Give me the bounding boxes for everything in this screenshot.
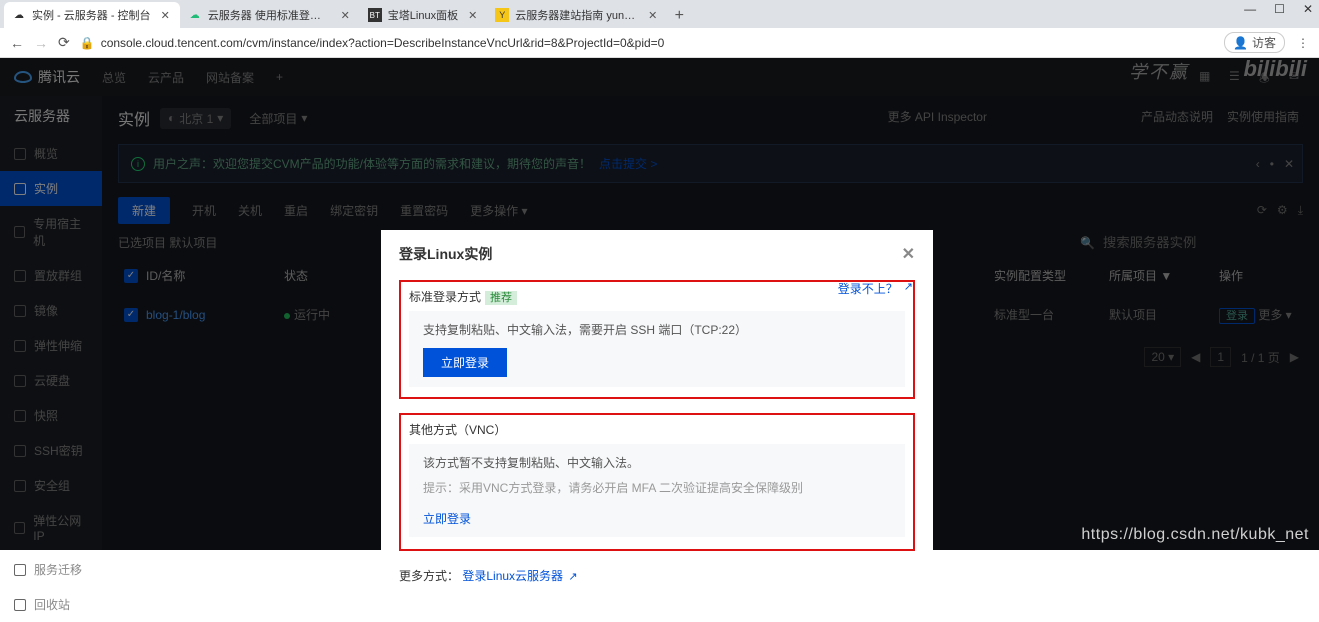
sidebar-label: 服务迁移	[34, 561, 82, 578]
tab-title: 宝塔Linux面板	[388, 7, 458, 23]
help-label: 登录不上？	[838, 280, 898, 297]
vnc-login-section: 其他方式（VNC） 该方式暂不支持复制粘贴、中文输入法。 提示：采用VNC方式登…	[399, 413, 915, 551]
person-icon: 👤	[1233, 36, 1248, 50]
more-methods: 更多方式： 登录Linux云服务器 ↗	[399, 567, 915, 584]
square-icon	[14, 599, 26, 611]
cloud-icon: ☁	[188, 8, 202, 22]
close-icon[interactable]: ✕	[902, 244, 915, 264]
lock-icon: 🔒	[80, 36, 95, 50]
y-icon: Y	[495, 8, 509, 22]
browser-tab-strip: ☁ 实例 - 云服务器 - 控制台 ✕ ☁ 云服务器 使用标准登录方式登录 ✕ …	[0, 0, 1319, 28]
recommended-badge: 推荐	[485, 291, 517, 305]
browser-tab[interactable]: BT 宝塔Linux面板 ✕	[360, 2, 488, 28]
vnc-login-link[interactable]: 立即登录	[423, 512, 471, 526]
login-modal: 登录Linux实例 ✕ 登录不上？ ↗ 标准登录方式推荐 支持复制粘贴、中文输入法…	[381, 230, 933, 604]
close-icon[interactable]: ✕	[648, 9, 657, 22]
vnc-title: 其他方式（VNC）	[409, 421, 905, 438]
vnc-hint: 提示：采用VNC方式登录，请务必开启 MFA 二次验证提高安全保障级别	[423, 479, 891, 496]
close-icon[interactable]: ✕	[161, 9, 170, 22]
tab-title: 云服务器 使用标准登录方式登录	[208, 7, 331, 23]
sidebar-label: 回收站	[34, 596, 70, 613]
vnc-desc: 该方式暂不支持复制粘贴、中文输入法。	[423, 454, 891, 471]
bt-icon: BT	[368, 8, 382, 22]
tab-title: 实例 - 云服务器 - 控制台	[32, 7, 151, 23]
modal-title: 登录Linux实例	[399, 244, 492, 264]
standard-login-section: 标准登录方式推荐 支持复制粘贴、中文输入法，需要开启 SSH 端口（TCP:22…	[399, 280, 915, 399]
close-window-icon[interactable]: ✕	[1303, 2, 1313, 16]
reload-icon[interactable]: ⟳	[58, 34, 70, 51]
minimize-icon[interactable]: —	[1244, 2, 1256, 16]
url-field[interactable]: 🔒 console.cloud.tencent.com/cvm/instance…	[80, 36, 1214, 50]
url-text: console.cloud.tencent.com/cvm/instance/i…	[101, 36, 665, 50]
sidebar-item-recycle[interactable]: 回收站	[0, 587, 102, 622]
visitor-chip[interactable]: 👤 访客	[1224, 32, 1285, 53]
blog-watermark: https://blog.csdn.net/kubk_net	[1081, 526, 1309, 544]
cloud-icon: ☁	[12, 8, 26, 22]
more-label: 更多方式：	[399, 569, 459, 583]
close-icon[interactable]: ✕	[468, 9, 477, 22]
std-login-button[interactable]: 立即登录	[423, 348, 507, 377]
std-desc: 支持复制粘贴、中文输入法，需要开启 SSH 端口（TCP:22）	[423, 321, 891, 338]
tab-title: 云服务器建站指南 yun3.cc	[515, 7, 638, 23]
cant-login-link[interactable]: 登录不上？ ↗	[838, 280, 913, 297]
browser-tab[interactable]: Y 云服务器建站指南 yun3.cc ✕	[487, 2, 667, 28]
browser-tab[interactable]: ☁ 实例 - 云服务器 - 控制台 ✕	[4, 2, 180, 28]
close-icon[interactable]: ✕	[341, 9, 350, 22]
square-icon	[14, 564, 26, 576]
more-link-text: 登录Linux云服务器	[462, 569, 563, 583]
more-login-link[interactable]: 登录Linux云服务器 ↗	[462, 569, 577, 583]
external-icon: ↗	[568, 571, 577, 583]
visitor-label: 访客	[1252, 34, 1276, 51]
std-title: 标准登录方式	[409, 290, 481, 304]
sidebar-item-migration[interactable]: 服务迁移	[0, 552, 102, 587]
maximize-icon[interactable]: ☐	[1274, 2, 1285, 16]
forward-icon[interactable]: →	[34, 35, 48, 51]
menu-icon[interactable]: ⋮	[1297, 36, 1309, 50]
external-icon: ↗	[904, 280, 913, 297]
new-tab-button[interactable]: +	[667, 4, 691, 28]
address-bar: ← → ⟳ 🔒 console.cloud.tencent.com/cvm/in…	[0, 28, 1319, 58]
browser-tab[interactable]: ☁ 云服务器 使用标准登录方式登录 ✕	[180, 2, 360, 28]
back-icon[interactable]: ←	[10, 35, 24, 51]
